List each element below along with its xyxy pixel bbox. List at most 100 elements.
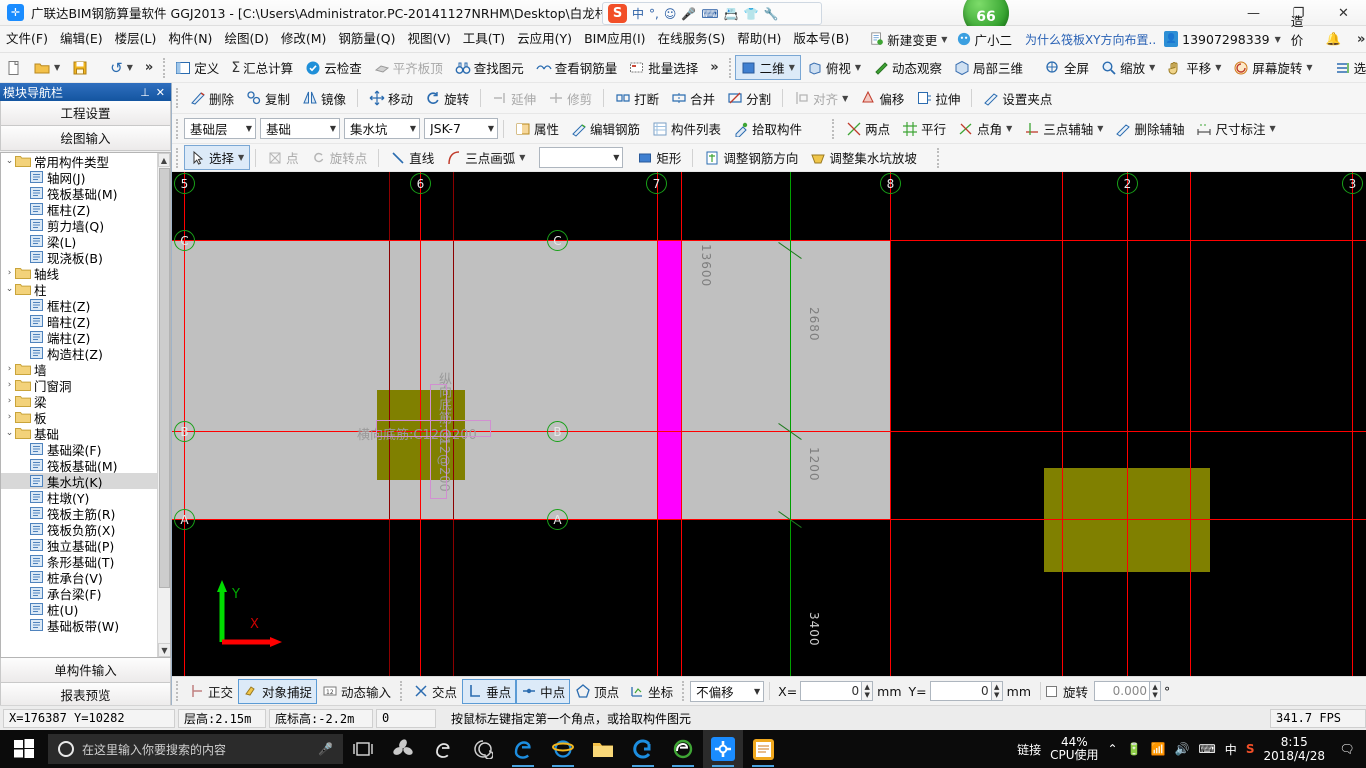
menu-bim[interactable]: BIM应用(I)	[578, 28, 652, 50]
menu-draw[interactable]: 绘图(D)	[218, 28, 274, 50]
dynamic-input-toggle[interactable]: 12 动态输入	[317, 679, 396, 704]
offset-button[interactable]: 偏移	[854, 86, 910, 111]
edge-browser-button[interactable]	[503, 730, 543, 768]
find-element-button[interactable]: 查找图元	[449, 55, 530, 80]
menu-floor[interactable]: 楼层(L)	[109, 28, 163, 50]
extend-button[interactable]: 延伸	[486, 86, 542, 111]
view-2d-button[interactable]: 二维 ▼	[734, 55, 801, 80]
set-grip-button[interactable]: 设置夹点	[977, 86, 1058, 111]
batch-select-button[interactable]: 批量选择	[623, 55, 704, 80]
midpoint-snap-toggle[interactable]: 中点	[516, 678, 571, 704]
spiral-app-button[interactable]	[383, 730, 423, 768]
axis-bubble-6[interactable]: 6	[410, 173, 431, 194]
align-button[interactable]: 对齐 ▼	[788, 86, 854, 111]
perpendicular-snap-toggle[interactable]: 垂点	[462, 678, 517, 704]
tree-item[interactable]: › 轴线	[1, 265, 157, 282]
internet-explorer-button[interactable]	[543, 730, 583, 768]
define-button[interactable]: 定义	[169, 55, 225, 80]
trim-button[interactable]: 修剪	[542, 86, 598, 111]
chevron-down-icon-zoom[interactable]: ▼	[1148, 63, 1155, 72]
select-floor-button[interactable]: 选择楼层	[1329, 55, 1366, 80]
chevron-down-icon-topview[interactable]: ▼	[854, 63, 861, 72]
chevron-down-icon-offset[interactable]: ▼	[749, 687, 760, 696]
edge-legacy-button[interactable]	[423, 730, 463, 768]
line-tool-button[interactable]: 直线	[384, 145, 440, 170]
tree-item[interactable]: › 板	[1, 409, 157, 426]
save-button[interactable]	[66, 57, 94, 79]
screen-rotate-button[interactable]: 屏幕旋转 ▼	[1227, 55, 1318, 80]
microphone-icon[interactable]: 🎤	[318, 742, 333, 756]
chevron-down-icon-pointangle[interactable]: ▼	[1005, 124, 1012, 133]
parallel-axis-button[interactable]: 平行	[896, 116, 952, 141]
question-link[interactable]: 为什么筏板XY方向布置..	[1017, 31, 1164, 48]
toolbar-overflow-2[interactable]: »	[704, 60, 724, 75]
axis-bubble-C-left[interactable]: C	[174, 230, 195, 251]
chevron-down-icon-type[interactable]: ▼	[405, 124, 416, 133]
ime-mode-indicator[interactable]: 中	[1225, 741, 1237, 758]
wifi-icon[interactable]: 📶	[1151, 742, 1166, 756]
vertex-snap-toggle[interactable]: 顶点	[570, 679, 624, 704]
nav-single-component-input-button[interactable]: 单构件输入	[0, 658, 171, 683]
menu-edit[interactable]: 编辑(E)	[54, 28, 109, 50]
adjust-rebar-direction-button[interactable]: 调整钢筋方向	[698, 145, 804, 170]
axis-toolbar-grip[interactable]	[832, 118, 836, 139]
axis-bubble-7[interactable]: 7	[646, 173, 667, 194]
link-label[interactable]: 链接	[1017, 741, 1041, 758]
chevron-down-icon-select[interactable]: ▼	[237, 153, 244, 162]
chevron-down-icon-drawmode[interactable]: ▼	[608, 153, 619, 162]
select-tool-button[interactable]: 选择 ▼	[184, 145, 251, 170]
edit-toolbar-grip[interactable]	[176, 88, 180, 108]
ime-toolbar[interactable]: S 中 °, ☺ 🎤 ⌨ 📇 👕 🔧	[602, 2, 822, 25]
delete-axis-button[interactable]: 删除辅轴	[1109, 116, 1190, 141]
draw-toolbar-grip-2[interactable]	[936, 147, 941, 168]
x-input-spinner[interactable]: ▲ ▼	[862, 681, 874, 701]
tree-item[interactable]: › 墙	[1, 361, 157, 378]
local-3d-button[interactable]: 局部三维	[948, 55, 1029, 80]
merge-button[interactable]: 合并	[665, 86, 721, 111]
tree-item[interactable]: › 门窗洞	[1, 377, 157, 394]
ime-card-icon[interactable]: 📇	[724, 7, 739, 21]
close-icon[interactable]: ✕	[153, 86, 168, 99]
toolbar-grip-2[interactable]	[728, 57, 731, 78]
snap-toolbar-grip[interactable]	[176, 681, 180, 701]
y-input[interactable]: 0	[929, 681, 992, 701]
component-list-button[interactable]: 构件列表	[646, 116, 727, 141]
chevron-down-icon-undo[interactable]: ▼	[126, 63, 133, 72]
tray-expand-icon[interactable]: ⌃	[1108, 742, 1118, 756]
menu-online-service[interactable]: 在线服务(S)	[652, 28, 732, 50]
chevron-down-icon-category[interactable]: ▼	[325, 124, 336, 133]
nav-project-settings-button[interactable]: 工程设置	[0, 101, 171, 126]
task-view-button[interactable]	[343, 730, 383, 768]
menu-modify[interactable]: 修改(M)	[275, 28, 333, 50]
rebar-label-selection-v[interactable]	[430, 384, 447, 499]
category-select[interactable]: 基础 ▼	[260, 118, 340, 139]
keyboard-icon[interactable]: ⌨	[1198, 742, 1215, 756]
volume-icon[interactable]: 🔊	[1175, 742, 1190, 756]
ime-settings-icon[interactable]: 🔧	[764, 7, 779, 21]
break-button[interactable]: 打断	[609, 86, 665, 111]
toolbar-overflow-1[interactable]: »	[139, 60, 159, 75]
tree-item[interactable]: 现浇板(B)	[1, 249, 157, 266]
sogou-tray-icon[interactable]: S	[1246, 742, 1255, 756]
nav-draw-input-button[interactable]: 绘图输入	[0, 126, 171, 151]
menu-help[interactable]: 帮助(H)	[731, 28, 787, 50]
undo-button[interactable]: ↺ ▼	[104, 56, 139, 80]
battery-icon[interactable]: 🔋	[1127, 742, 1142, 756]
component-tree[interactable]: ⌄ 常用构件类型 轴网(J) 筏板基础(M) 框柱(Z) 剪力墙(Q) 梁(L) 现浇板(B)…	[0, 152, 171, 658]
start-button[interactable]	[0, 730, 48, 768]
file-explorer-button[interactable]	[583, 730, 623, 768]
component-toolbar-grip[interactable]	[176, 118, 180, 139]
dynamic-observe-button[interactable]: 动态观察	[867, 55, 948, 80]
chevron-right-icon[interactable]: ›	[4, 364, 15, 374]
axis-bubble-C-mid[interactable]: C	[547, 230, 568, 251]
tree-item[interactable]: 承台梁(F)	[1, 585, 157, 602]
copy-button[interactable]: 复制	[240, 86, 296, 111]
clock[interactable]: 8:15 2018/4/28	[1263, 735, 1325, 763]
scroll-down-icon[interactable]: ▼	[158, 643, 170, 657]
chevron-down-icon-rotate[interactable]: ▼	[1305, 63, 1312, 72]
pick-component-button[interactable]: 拾取构件	[727, 116, 808, 141]
menu-overflow-button[interactable]: »	[1351, 32, 1366, 47]
new-file-button[interactable]	[0, 57, 28, 79]
type-select[interactable]: 集水坑 ▼	[344, 118, 420, 139]
intersection-snap-toggle[interactable]: 交点	[408, 679, 462, 704]
